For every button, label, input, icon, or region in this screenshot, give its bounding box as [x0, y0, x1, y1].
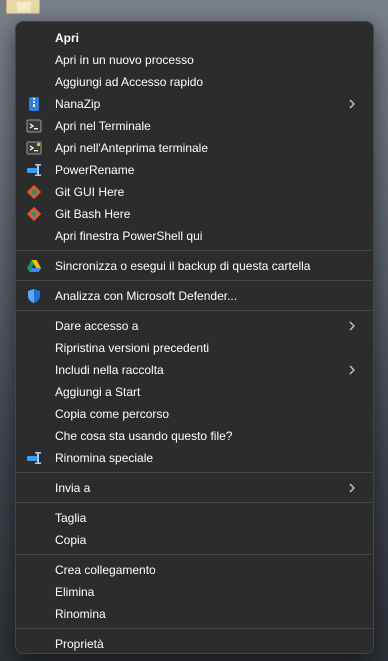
- menu-item-aggiungi-start[interactable]: Aggiungi a Start: [20, 381, 369, 403]
- context-menu: Apri Apri in un nuovo processo Aggiungi …: [15, 21, 374, 654]
- menu-item-label: Aggiungi a Start: [55, 385, 141, 399]
- menu-item-includi-raccolta[interactable]: Includi nella raccolta: [20, 359, 369, 381]
- menu-item-rinomina-speciale[interactable]: Rinomina speciale: [20, 447, 369, 469]
- menu-item-apri-nuovo-processo[interactable]: Apri in un nuovo processo: [20, 49, 369, 71]
- menu-item-elimina[interactable]: Elimina: [20, 581, 369, 603]
- powerrename-icon: [26, 450, 42, 466]
- chevron-right-icon: [345, 319, 359, 333]
- menu-item-label: Invia a: [55, 481, 91, 495]
- menu-item-label: Rinomina: [55, 607, 106, 621]
- menu-item-analizza-defender[interactable]: Analizza con Microsoft Defender...: [20, 285, 369, 307]
- menu-item-label: Apri in un nuovo processo: [55, 53, 194, 67]
- menu-item-crea-collegamento[interactable]: Crea collegamento: [20, 559, 369, 581]
- nanazip-icon: [26, 96, 42, 112]
- menu-item-copia[interactable]: Copia: [20, 529, 369, 551]
- menu-separator: [16, 472, 373, 473]
- menu-separator: [16, 628, 373, 629]
- menu-item-invia-a[interactable]: Invia a: [20, 477, 369, 499]
- menu-item-apri-anteprima-terminale[interactable]: Apri nell'Anteprima terminale: [20, 137, 369, 159]
- menu-item-taglia[interactable]: Taglia: [20, 507, 369, 529]
- menu-item-label: Analizza con Microsoft Defender...: [55, 289, 238, 303]
- defender-shield-icon: [26, 288, 42, 304]
- chevron-right-icon: [345, 481, 359, 495]
- menu-item-label: Includi nella raccolta: [55, 363, 164, 377]
- desktop-folder-icon[interactable]: [6, 0, 40, 14]
- menu-item-label: Copia: [55, 533, 87, 547]
- menu-item-copia-percorso[interactable]: Copia come percorso: [20, 403, 369, 425]
- terminal-icon: [26, 118, 42, 134]
- git-icon: [26, 206, 42, 222]
- menu-item-nanazip[interactable]: NanaZip: [20, 93, 369, 115]
- google-drive-icon: [26, 258, 42, 274]
- menu-item-label: Crea collegamento: [55, 563, 156, 577]
- menu-item-git-gui[interactable]: Git GUI Here: [20, 181, 369, 203]
- menu-item-ripristina-versioni[interactable]: Ripristina versioni precedenti: [20, 337, 369, 359]
- menu-separator: [16, 310, 373, 311]
- menu-item-label: Ripristina versioni precedenti: [55, 341, 210, 355]
- menu-item-label: Elimina: [55, 585, 95, 599]
- menu-item-label: Apri nel Terminale: [55, 119, 151, 133]
- chevron-right-icon: [345, 363, 359, 377]
- menu-item-label: Aggiungi ad Accesso rapido: [55, 75, 204, 89]
- menu-item-aggiungi-accesso-rapido[interactable]: Aggiungi ad Accesso rapido: [20, 71, 369, 93]
- menu-item-apri-terminale[interactable]: Apri nel Terminale: [20, 115, 369, 137]
- menu-item-proprieta[interactable]: Proprietà: [20, 633, 369, 655]
- menu-item-git-bash[interactable]: Git Bash Here: [20, 203, 369, 225]
- menu-item-label: Rinomina speciale: [55, 451, 154, 465]
- menu-item-label: Apri nell'Anteprima terminale: [55, 141, 209, 155]
- menu-item-dare-accesso[interactable]: Dare accesso a: [20, 315, 369, 337]
- menu-item-label: Che cosa sta usando questo file?: [55, 429, 233, 443]
- menu-separator: [16, 250, 373, 251]
- menu-separator: [16, 554, 373, 555]
- menu-item-label: Git Bash Here: [55, 207, 131, 221]
- menu-item-che-cosa-usando[interactable]: Che cosa sta usando questo file?: [20, 425, 369, 447]
- menu-separator: [16, 502, 373, 503]
- powerrename-icon: [26, 162, 42, 178]
- chevron-right-icon: [345, 97, 359, 111]
- menu-separator: [16, 280, 373, 281]
- menu-item-sincronizza-backup[interactable]: Sincronizza o esegui il backup di questa…: [20, 255, 369, 277]
- menu-item-apri[interactable]: Apri: [20, 27, 369, 49]
- menu-item-rinomina[interactable]: Rinomina: [20, 603, 369, 625]
- menu-item-label: NanaZip: [55, 97, 101, 111]
- git-icon: [26, 184, 42, 200]
- menu-item-label: Apri: [55, 31, 79, 45]
- menu-item-powerrename[interactable]: PowerRename: [20, 159, 369, 181]
- menu-item-apri-powershell[interactable]: Apri finestra PowerShell qui: [20, 225, 369, 247]
- menu-item-label: Git GUI Here: [55, 185, 125, 199]
- menu-item-label: Sincronizza o esegui il backup di questa…: [55, 259, 311, 273]
- menu-item-label: PowerRename: [55, 163, 135, 177]
- menu-item-label: Apri finestra PowerShell qui: [55, 229, 203, 243]
- menu-item-label: Copia come percorso: [55, 407, 170, 421]
- terminal-preview-icon: [26, 140, 42, 156]
- menu-item-label: Proprietà: [55, 637, 104, 651]
- menu-item-label: Dare accesso a: [55, 319, 139, 333]
- menu-item-label: Taglia: [55, 511, 87, 525]
